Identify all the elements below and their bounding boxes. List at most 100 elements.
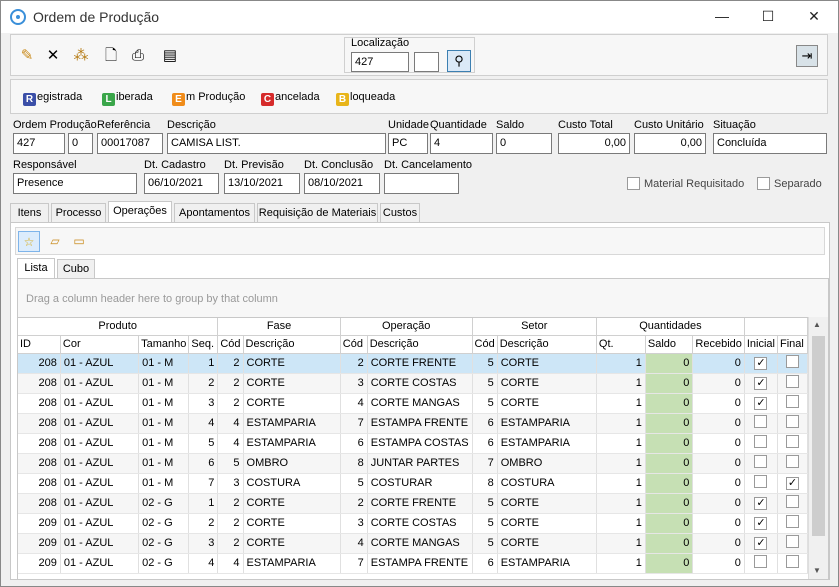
- column-header-tamanho[interactable]: Tamanho: [138, 335, 190, 354]
- inicial-checkbox[interactable]: ✓: [754, 396, 768, 410]
- column-header-fase-descricao[interactable]: Descrição: [243, 335, 341, 354]
- tab-operacoes[interactable]: Operações: [108, 201, 172, 223]
- localizacao-input-2[interactable]: [414, 52, 439, 72]
- column-header-id[interactable]: ID: [18, 335, 61, 354]
- table-row[interactable]: 209 01 - AZUL 02 - G 2 2 CORTE 3 CORTE COSTAS 5 C…: [18, 513, 808, 534]
- ordem-producao-field[interactable]: 427: [13, 133, 65, 154]
- localizacao-input[interactable]: 427: [351, 52, 409, 72]
- group-header-produto[interactable]: Produto: [18, 318, 219, 336]
- saldo-field[interactable]: 0: [496, 133, 552, 154]
- group-header-fase[interactable]: Fase: [217, 318, 341, 336]
- responsavel-field[interactable]: Presence: [13, 173, 137, 194]
- document-icon[interactable]: ▤: [161, 47, 179, 65]
- tab-apontamentos[interactable]: Apontamentos: [174, 203, 255, 223]
- open-folder-icon[interactable]: ▱: [44, 231, 66, 252]
- final-checkbox[interactable]: [786, 535, 799, 548]
- final-checkbox[interactable]: [786, 555, 799, 568]
- final-checkbox[interactable]: [786, 355, 799, 368]
- printer-icon[interactable]: ⎙: [129, 47, 147, 65]
- material-requisitado-checkbox[interactable]: [627, 177, 640, 190]
- table-row[interactable]: 209 01 - AZUL 02 - G 3 2 CORTE 4 CORTE MANGAS 5 C…: [18, 533, 808, 554]
- final-checkbox[interactable]: [786, 435, 799, 448]
- search-icon[interactable]: ⚲: [447, 50, 471, 72]
- group-header-quantidades[interactable]: Quantidades: [596, 318, 745, 336]
- table-row[interactable]: 208 01 - AZUL 02 - G 1 2 CORTE 2 CORTE FRENTE 5 C…: [18, 493, 808, 514]
- dt-previsao-field[interactable]: 13/10/2021: [224, 173, 300, 194]
- final-checkbox[interactable]: [786, 395, 799, 408]
- unidade-field[interactable]: PC: [388, 133, 428, 154]
- magic-wand-icon[interactable]: ⁂: [72, 47, 90, 65]
- final-checkbox[interactable]: [786, 415, 799, 428]
- custo-unitario-field[interactable]: 0,00: [634, 133, 706, 154]
- star-icon[interactable]: ☆: [18, 231, 40, 252]
- table-row[interactable]: 208 01 - AZUL 01 - M 1 2 CORTE 2 CORTE FRENTE 5 C…: [18, 353, 808, 374]
- vertical-scrollbar[interactable]: ▲ ▼: [808, 317, 828, 579]
- tab-lista[interactable]: Lista: [17, 258, 55, 278]
- column-header-setor-descricao[interactable]: Descrição: [497, 335, 597, 354]
- group-header-operacao[interactable]: Operação: [340, 318, 473, 336]
- inicial-checkbox[interactable]: ✓: [754, 376, 768, 390]
- inicial-checkbox[interactable]: [754, 555, 768, 568]
- dt-conclusao-field[interactable]: 08/10/2021: [304, 173, 380, 194]
- inicial-checkbox[interactable]: [754, 435, 768, 448]
- folder-icon[interactable]: ▭: [68, 231, 90, 252]
- final-checkbox[interactable]: ✓: [786, 476, 799, 490]
- descricao-field[interactable]: CAMISA LIST.: [167, 133, 386, 154]
- tab-custos[interactable]: Custos: [380, 203, 420, 223]
- column-header-recebido[interactable]: Recebido: [692, 335, 745, 354]
- column-header-seq[interactable]: Seq.: [188, 335, 219, 354]
- scroll-up-icon[interactable]: ▲: [813, 320, 821, 329]
- column-header-qt[interactable]: Qt.: [596, 335, 646, 354]
- column-header-fase-cod[interactable]: Cód: [217, 335, 244, 354]
- inicial-checkbox[interactable]: [754, 475, 768, 488]
- column-header-operacao-cod[interactable]: Cód: [340, 335, 368, 354]
- print-preview-icon[interactable]: 🗋: [102, 47, 120, 65]
- final-checkbox[interactable]: [786, 515, 799, 528]
- cell-final: [777, 533, 808, 554]
- column-header-inicial[interactable]: Inicial: [744, 335, 779, 354]
- cell-cor: 01 - AZUL: [60, 533, 140, 554]
- table-row[interactable]: 208 01 - AZUL 01 - M 4 4 ESTAMPARIA 7 ESTAMPA F…: [18, 413, 808, 434]
- new-record-icon[interactable]: ✎: [18, 47, 36, 65]
- close-button[interactable]: ✕: [791, 1, 837, 32]
- final-checkbox[interactable]: [786, 455, 799, 468]
- table-row[interactable]: 208 01 - AZUL 01 - M 5 4 ESTAMPARIA 6 ESTAMPA C…: [18, 433, 808, 454]
- column-header-cor[interactable]: Cor: [60, 335, 140, 354]
- dt-cancelamento-field[interactable]: [384, 173, 459, 194]
- quantidade-field[interactable]: 4: [430, 133, 493, 154]
- ordem-seq-field[interactable]: 0: [68, 133, 93, 154]
- column-header-setor-cod[interactable]: Cód: [472, 335, 498, 354]
- exit-icon[interactable]: ⇥: [796, 45, 818, 67]
- group-header-setor[interactable]: Setor: [472, 318, 597, 336]
- final-checkbox[interactable]: [786, 495, 799, 508]
- maximize-button[interactable]: ☐: [745, 1, 791, 32]
- column-header-operacao-descricao[interactable]: Descrição: [367, 335, 473, 354]
- column-header-final[interactable]: Final: [777, 335, 808, 354]
- table-row[interactable]: 208 01 - AZUL 01 - M 3 2 CORTE 4 CORTE MANGAS 5 C…: [18, 393, 808, 414]
- final-checkbox[interactable]: [786, 375, 799, 388]
- separado-checkbox[interactable]: [757, 177, 770, 190]
- inicial-checkbox[interactable]: ✓: [754, 496, 768, 510]
- inicial-checkbox[interactable]: ✓: [754, 356, 768, 370]
- tab-requisicao-materiais[interactable]: Requisição de Materiais: [257, 203, 378, 223]
- situacao-field[interactable]: Concluída: [713, 133, 827, 154]
- table-row[interactable]: 208 01 - AZUL 01 - M 2 2 CORTE 3 CORTE COSTAS 5 C…: [18, 373, 808, 394]
- inicial-checkbox[interactable]: [754, 455, 768, 468]
- inicial-checkbox[interactable]: ✓: [754, 536, 768, 550]
- table-row[interactable]: 208 01 - AZUL 01 - M 6 5 OMBRO 8 JUNTAR PARTES 7…: [18, 453, 808, 474]
- column-header-saldo[interactable]: Saldo: [645, 335, 694, 354]
- tab-itens[interactable]: Itens: [10, 203, 49, 223]
- scroll-down-icon[interactable]: ▼: [813, 566, 821, 575]
- table-row[interactable]: 209 01 - AZUL 02 - G 4 4 ESTAMPARIA 7 ESTAMPA F…: [18, 553, 808, 574]
- scroll-thumb[interactable]: [812, 336, 825, 536]
- dt-cadastro-field[interactable]: 06/10/2021: [144, 173, 219, 194]
- referencia-field[interactable]: 00017087: [97, 133, 163, 154]
- table-row[interactable]: 208 01 - AZUL 01 - M 7 3 COSTURA 5 COSTURAR 8 COS…: [18, 473, 808, 494]
- minimize-button[interactable]: —: [699, 1, 745, 32]
- inicial-checkbox[interactable]: [754, 415, 768, 428]
- inicial-checkbox[interactable]: ✓: [754, 516, 768, 530]
- custo-total-field[interactable]: 0,00: [558, 133, 630, 154]
- delete-icon[interactable]: ✕: [44, 47, 62, 65]
- tab-processo[interactable]: Processo: [51, 203, 106, 223]
- tab-cubo[interactable]: Cubo: [57, 259, 95, 278]
